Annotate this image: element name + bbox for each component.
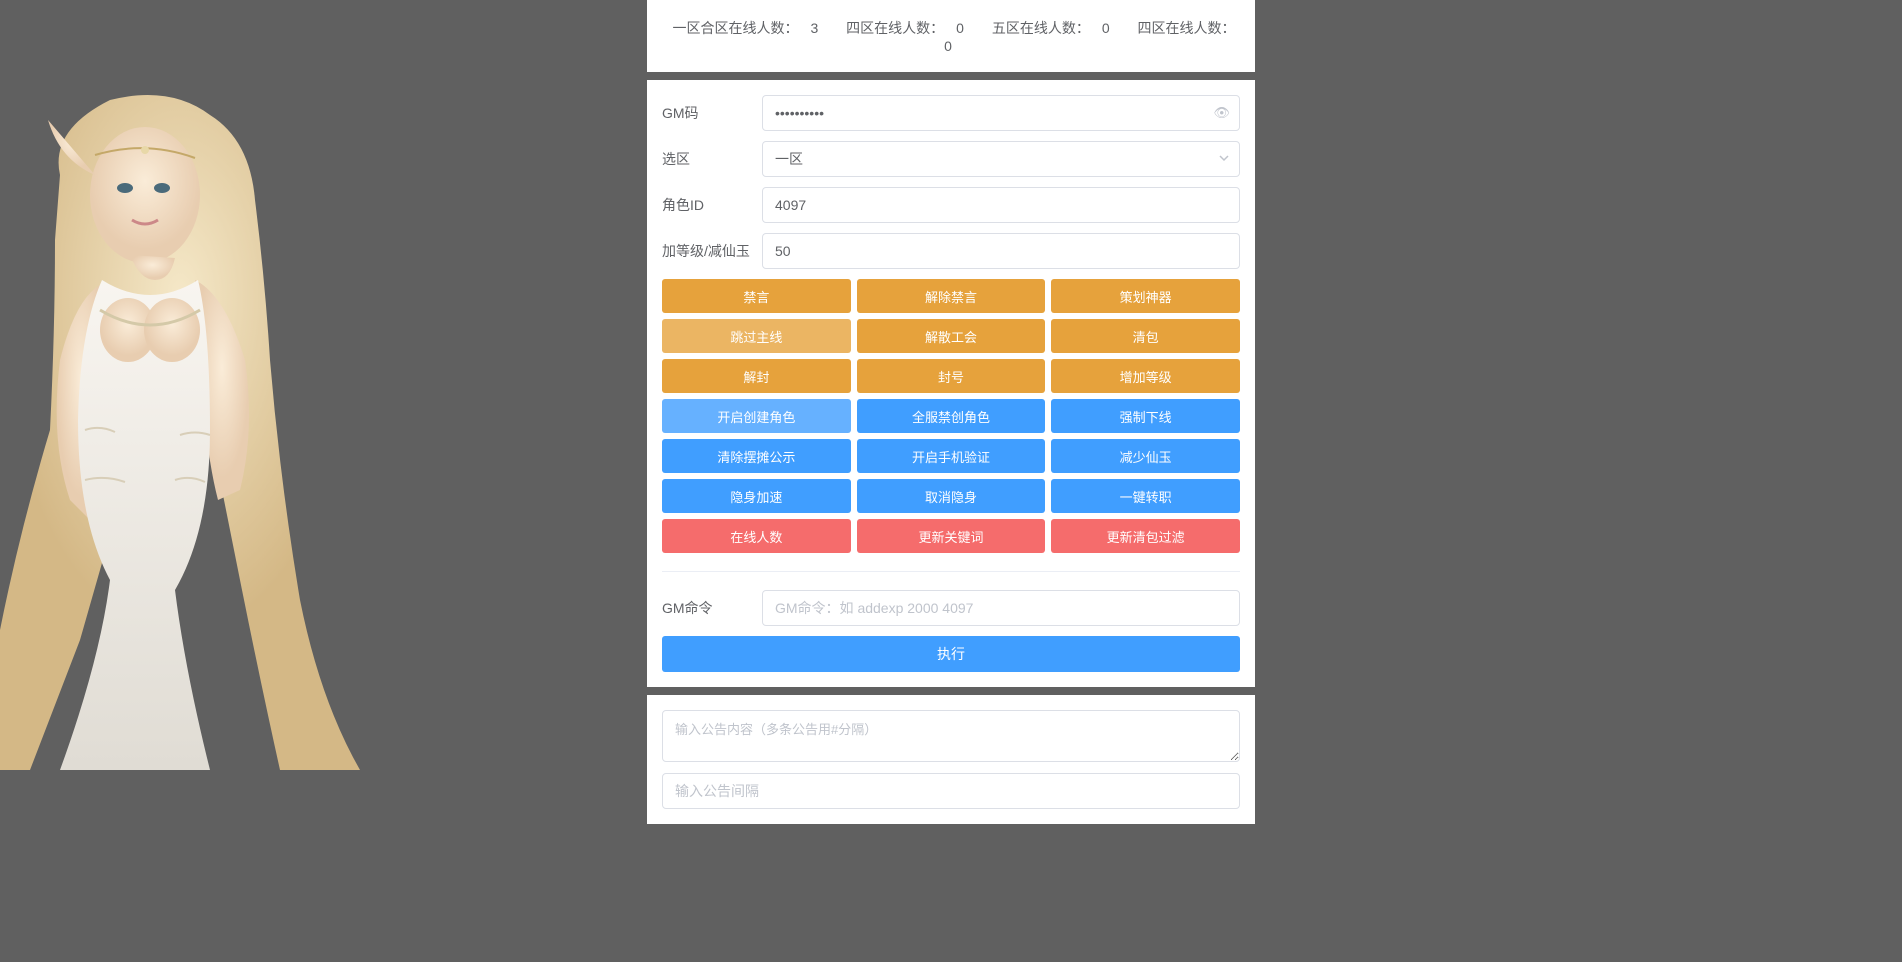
gm-code-label: GM码 bbox=[662, 103, 762, 123]
zone-label: 选区 bbox=[662, 149, 762, 169]
clear-stall-notice-button[interactable]: 清除摆摊公示 bbox=[662, 439, 851, 473]
planner-artifact-button[interactable]: 策划神器 bbox=[1051, 279, 1240, 313]
skip-mainline-button[interactable]: 跳过主线 bbox=[662, 319, 851, 353]
update-keywords-button[interactable]: 更新关键词 bbox=[857, 519, 1046, 553]
stealth-speed-button[interactable]: 隐身加速 bbox=[662, 479, 851, 513]
role-id-label: 角色ID bbox=[662, 195, 762, 215]
stat-count: 3 bbox=[810, 20, 818, 36]
gm-code-input[interactable] bbox=[762, 95, 1240, 131]
stat-count: 0 bbox=[956, 20, 964, 36]
unmute-button[interactable]: 解除禁言 bbox=[857, 279, 1046, 313]
role-id-input[interactable] bbox=[762, 187, 1240, 223]
one-click-transfer-button[interactable]: 一键转职 bbox=[1051, 479, 1240, 513]
online-count-button[interactable]: 在线人数 bbox=[662, 519, 851, 553]
unban-button[interactable]: 解封 bbox=[662, 359, 851, 393]
clear-bag-button[interactable]: 清包 bbox=[1051, 319, 1240, 353]
update-clearbag-filter-button[interactable]: 更新清包过滤 bbox=[1051, 519, 1240, 553]
gm-cmd-input[interactable] bbox=[762, 590, 1240, 626]
reduce-jade-button[interactable]: 减少仙玉 bbox=[1051, 439, 1240, 473]
zone-select[interactable]: 一区 bbox=[762, 141, 1240, 177]
gm-cmd-label: GM命令 bbox=[662, 598, 762, 618]
cancel-stealth-button[interactable]: 取消隐身 bbox=[857, 479, 1046, 513]
execute-button[interactable]: 执行 bbox=[662, 636, 1240, 672]
enable-phone-verify-button[interactable]: 开启手机验证 bbox=[857, 439, 1046, 473]
announcement-panel bbox=[647, 695, 1255, 824]
disband-guild-button[interactable]: 解散工会 bbox=[857, 319, 1046, 353]
ban-button[interactable]: 封号 bbox=[857, 359, 1046, 393]
stat-count: 0 bbox=[944, 38, 952, 54]
announce-interval-input[interactable] bbox=[662, 773, 1240, 809]
gm-control-panel: GM码 👁 选区 一区 角色ID 加等级/减仙 bbox=[647, 80, 1255, 687]
level-label: 加等级/减仙玉 bbox=[662, 241, 762, 261]
stat-label: 一区合区在线人数： bbox=[672, 20, 798, 36]
online-stats-bar: 一区合区在线人数：3 四区在线人数：0 五区在线人数：0 四区在线人数：0 bbox=[647, 0, 1255, 72]
announce-content-input[interactable] bbox=[662, 710, 1240, 762]
stat-label: 四区在线人数： bbox=[846, 20, 944, 36]
stat-count: 0 bbox=[1102, 20, 1110, 36]
divider bbox=[662, 571, 1240, 572]
mute-button[interactable]: 禁言 bbox=[662, 279, 851, 313]
eye-icon[interactable]: 👁 bbox=[1213, 105, 1230, 121]
background-character-image bbox=[0, 80, 380, 780]
disable-create-role-button[interactable]: 全服禁创角色 bbox=[857, 399, 1046, 433]
force-offline-button[interactable]: 强制下线 bbox=[1051, 399, 1240, 433]
enable-create-role-button[interactable]: 开启创建角色 bbox=[662, 399, 851, 433]
stat-label: 四区在线人数： bbox=[1138, 20, 1236, 36]
stat-label: 五区在线人数： bbox=[992, 20, 1090, 36]
level-input[interactable] bbox=[762, 233, 1240, 269]
add-level-button[interactable]: 增加等级 bbox=[1051, 359, 1240, 393]
